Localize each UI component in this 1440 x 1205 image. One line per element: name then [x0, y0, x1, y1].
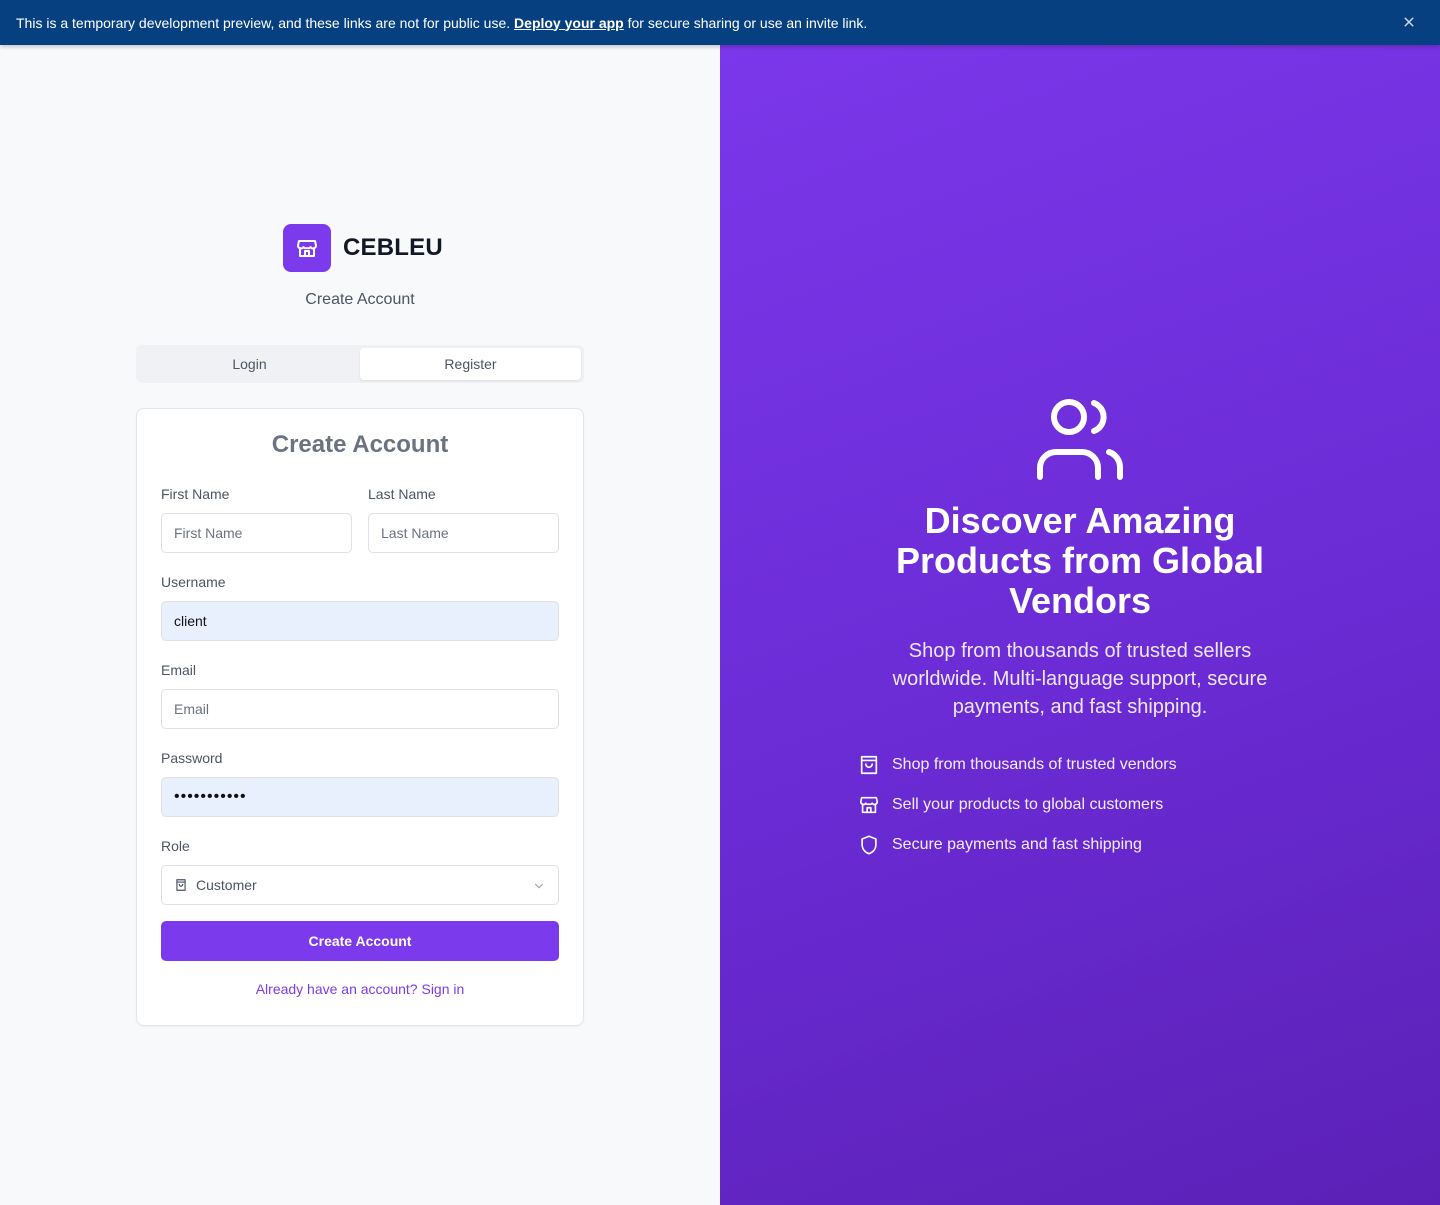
create-account-button[interactable]: Create Account — [161, 921, 559, 961]
hero-panel: Discover Amazing Products from Global Ve… — [720, 45, 1440, 1205]
role-selected-value: Customer — [196, 877, 257, 893]
close-icon[interactable] — [1400, 13, 1418, 31]
feature-text: Secure payments and fast shipping — [892, 836, 1142, 853]
store-icon — [859, 796, 879, 814]
email-field[interactable] — [161, 689, 559, 729]
role-select[interactable]: Customer — [161, 865, 559, 905]
banner-text: This is a temporary development preview,… — [16, 14, 515, 31]
feature-item: Sell your products to global customers — [858, 793, 1177, 817]
feature-text: Shop from thousands of trusted vendors — [892, 756, 1177, 773]
last-name-label: Last Name — [368, 486, 436, 502]
username-field[interactable] — [161, 601, 559, 641]
auth-tabs: Login Register — [136, 345, 584, 383]
register-card: Create Account First Name Last Name User… — [136, 408, 584, 1026]
email-label: Email — [161, 662, 197, 678]
banner-message: This is a temporary development preview,… — [16, 15, 867, 31]
shield-icon — [861, 835, 877, 855]
feature-item: Shop from thousands of trusted vendors — [858, 753, 1177, 777]
users-icon — [1037, 399, 1123, 480]
page-subtitle: Create Account — [305, 291, 415, 308]
preview-banner: This is a temporary development preview,… — [0, 0, 1440, 45]
banner-text-end: for secure sharing or use an invite link… — [623, 14, 868, 31]
card-title: Create Account — [271, 431, 449, 458]
deploy-app-link[interactable]: Deploy your app — [514, 15, 624, 31]
last-name-field[interactable] — [368, 513, 559, 553]
hero-title: Discover Amazing Products from Global Ve… — [895, 500, 1265, 621]
auth-panel: CEBLEU Create Account Login Register Cre… — [0, 45, 720, 1205]
password-field[interactable]: ••••••••••• — [161, 777, 559, 817]
hero-description: Shop from thousands of trusted sellers w… — [892, 640, 1268, 718]
first-name-field[interactable] — [161, 513, 352, 553]
feature-text: Sell your products to global customers — [892, 796, 1164, 813]
tab-login[interactable]: Login — [139, 348, 360, 380]
feature-list: Shop from thousands of trusted vendors S… — [858, 753, 1177, 873]
shopping-bag-icon — [176, 879, 186, 891]
username-label: Username — [161, 574, 226, 590]
store-logo-icon — [283, 224, 331, 272]
role-label: Role — [161, 838, 190, 854]
brand: CEBLEU — [283, 224, 443, 272]
sign-in-link[interactable]: Already have an account? Sign in — [137, 981, 583, 997]
password-label: Password — [161, 750, 223, 766]
tab-register[interactable]: Register — [360, 348, 581, 380]
feature-item: Secure payments and fast shipping — [858, 833, 1177, 857]
shopping-bag-icon — [860, 755, 878, 775]
first-name-label: First Name — [161, 486, 230, 502]
brand-name: CEBLEU — [343, 234, 443, 261]
chevron-down-icon — [534, 883, 544, 889]
